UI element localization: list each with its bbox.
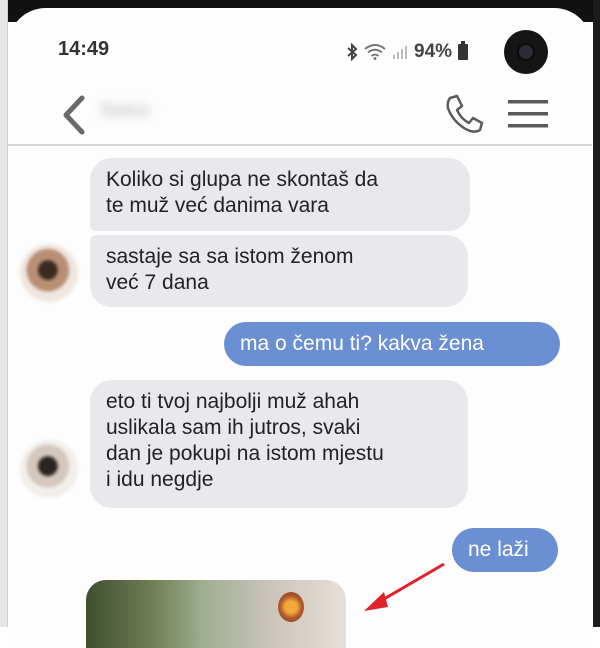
image-detail-flower <box>278 592 304 622</box>
message-incoming[interactable]: Koliko si glupa ne skontaš da te muž već… <box>90 158 470 231</box>
camera-icon <box>504 30 548 74</box>
menu-icon <box>508 100 548 128</box>
back-button[interactable] <box>56 92 96 138</box>
chat-screen: 14:49 94% Sveco Koliko si glupa ne skont… <box>8 8 592 648</box>
status-icons: 94% <box>346 41 469 63</box>
phone-frame-right <box>593 0 600 627</box>
contact-name: Sveco <box>100 100 151 120</box>
avatar[interactable] <box>20 244 78 302</box>
chat-header: Sveco <box>8 86 592 146</box>
phone-frame-left <box>0 0 8 627</box>
back-arrow-icon <box>63 95 85 135</box>
message-incoming[interactable]: sastaje sa sa istom ženom već 7 dana <box>90 235 468 307</box>
wifi-icon <box>364 44 386 60</box>
bluetooth-icon <box>347 43 358 61</box>
battery-percent: 94% <box>414 41 453 62</box>
image-attachment[interactable] <box>86 580 346 648</box>
call-button[interactable] <box>440 90 488 138</box>
message-outgoing[interactable]: ne laži <box>452 528 558 572</box>
message-outgoing[interactable]: ma o čemu ti? kakva žena <box>224 322 560 366</box>
annotation-arrow-icon <box>364 562 445 611</box>
battery-icon <box>458 41 469 60</box>
message-incoming[interactable]: eto ti tvoj najbolji muž ahah uslikala s… <box>90 380 468 508</box>
menu-button[interactable] <box>506 96 550 132</box>
avatar[interactable] <box>20 440 78 498</box>
phone-icon <box>446 94 484 133</box>
signal-icon <box>393 46 407 59</box>
status-time: 14:49 <box>58 38 110 60</box>
